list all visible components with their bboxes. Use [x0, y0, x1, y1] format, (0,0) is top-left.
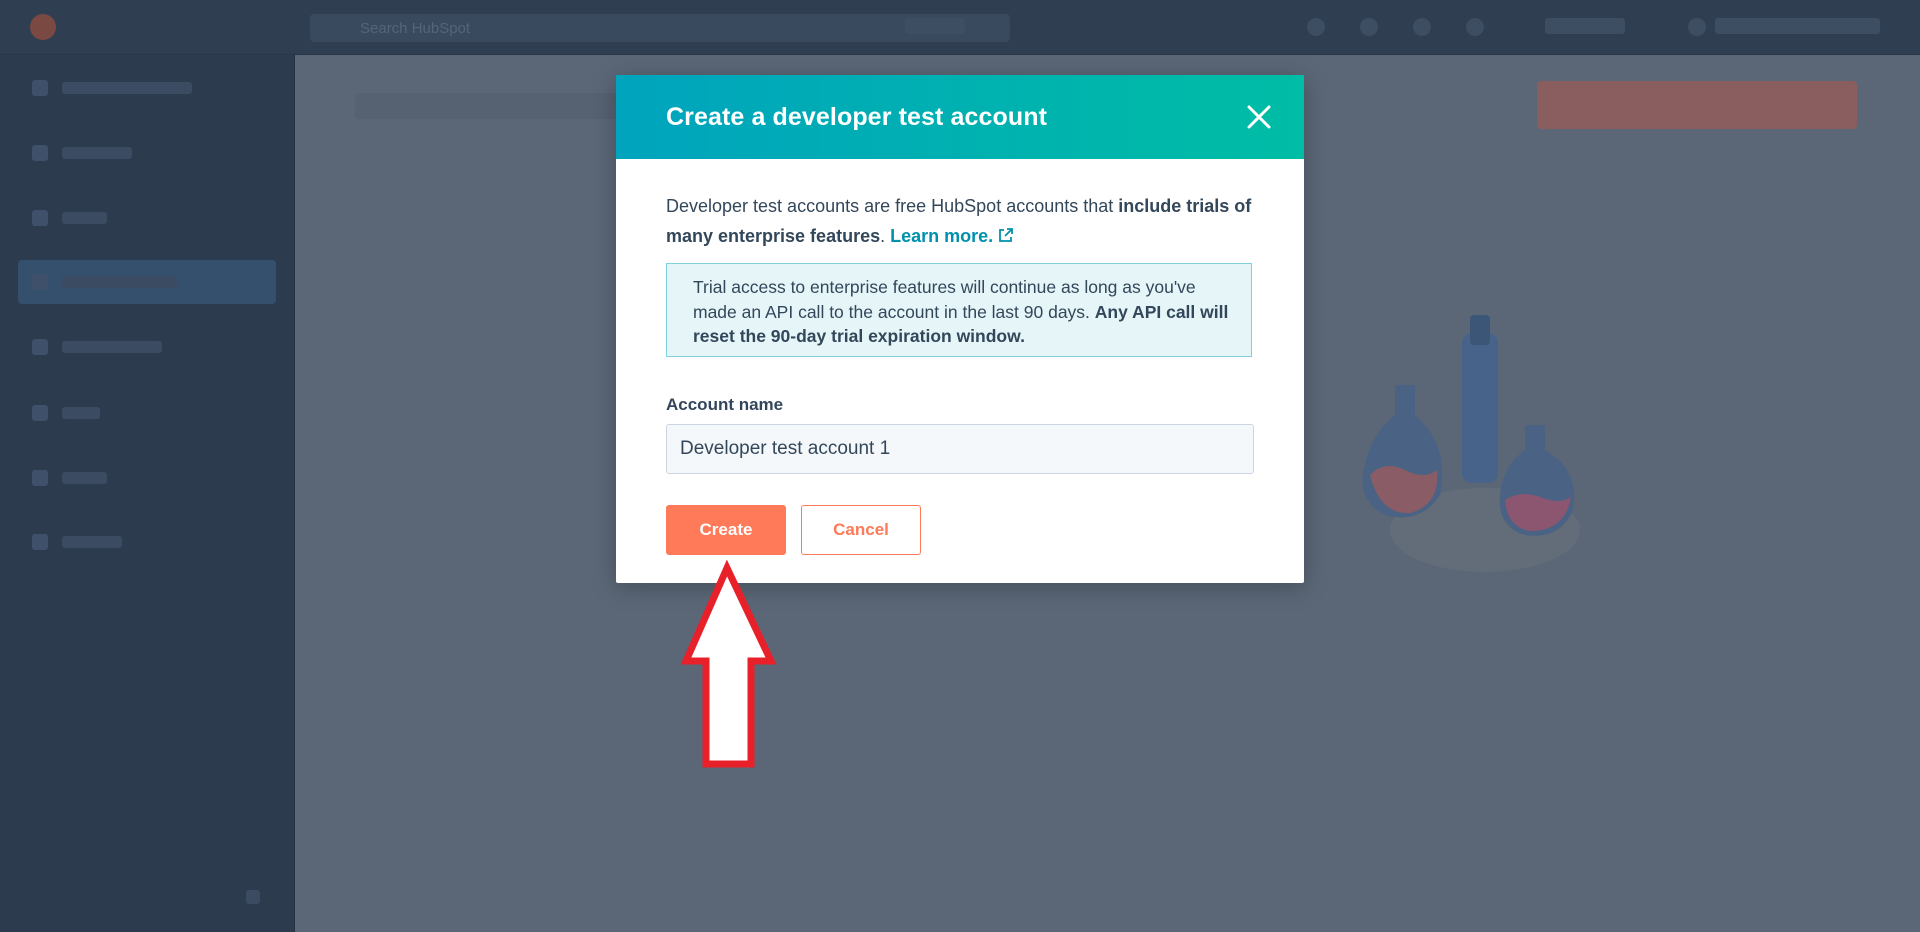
create-account-button-placeholder	[1537, 81, 1857, 129]
topbar-placeholder	[1545, 18, 1625, 34]
create-test-account-modal: Create a developer test account Develope…	[616, 75, 1304, 583]
sidebar-item	[18, 456, 276, 500]
cancel-button[interactable]: Cancel	[801, 505, 921, 555]
create-button[interactable]: Create	[666, 505, 786, 555]
nav-icon	[32, 470, 48, 486]
sidebar-item-active	[18, 260, 276, 304]
topbar-placeholder	[905, 18, 965, 34]
trial-info-alert: Trial access to enterprise features will…	[666, 263, 1252, 357]
intro-plain-text: Developer test accounts are free HubSpot…	[666, 196, 1119, 216]
external-link-icon[interactable]	[997, 223, 1014, 253]
nav-label-placeholder	[62, 212, 107, 224]
topbar-icon-placeholder	[1307, 18, 1325, 36]
modal-intro-text: Developer test accounts are free HubSpot…	[666, 191, 1266, 253]
nav-icon	[32, 339, 48, 355]
sidebar-item	[18, 66, 276, 110]
modal-title: Create a developer test account	[666, 103, 1048, 131]
sidebar-item	[18, 391, 276, 435]
close-icon[interactable]	[1246, 104, 1272, 130]
page-title-placeholder	[355, 93, 655, 119]
account-name-label: Account name	[666, 395, 784, 414]
account-avatar	[1688, 18, 1706, 36]
top-navigation-bar: Search HubSpot	[0, 0, 1920, 55]
topbar-icon-placeholder	[1413, 18, 1431, 36]
up-arrow-annotation	[680, 560, 777, 768]
sidebar-item	[18, 325, 276, 369]
nav-label-placeholder	[62, 82, 192, 94]
modal-header: Create a developer test account	[616, 75, 1304, 159]
hubspot-logo	[30, 14, 56, 40]
nav-icon	[32, 145, 48, 161]
nav-icon	[32, 274, 48, 290]
nav-icon	[32, 534, 48, 550]
learn-more-link[interactable]: Learn more.	[890, 226, 993, 246]
lab-flasks-illustration	[1362, 315, 1580, 572]
topbar-icon-placeholder	[1466, 18, 1484, 36]
account-menu-placeholder	[1715, 18, 1880, 34]
nav-icon	[32, 405, 48, 421]
nav-label-placeholder	[62, 147, 132, 159]
nav-icon	[32, 210, 48, 226]
nav-label-placeholder	[62, 407, 100, 419]
search-label: Search HubSpot	[360, 20, 471, 37]
sidebar-item	[18, 520, 276, 564]
collapse-sidebar-icon	[246, 890, 260, 904]
nav-label-placeholder	[62, 276, 177, 288]
topbar-icon-placeholder	[1360, 18, 1378, 36]
intro-separator: .	[880, 226, 891, 246]
nav-icon	[32, 80, 48, 96]
nav-label-placeholder	[62, 536, 122, 548]
sidebar-item	[18, 131, 276, 175]
left-sidebar	[0, 55, 295, 932]
sidebar-item	[18, 196, 276, 240]
alert-text: Trial access to enterprise features will…	[693, 275, 1238, 349]
nav-label-placeholder	[62, 472, 107, 484]
nav-label-placeholder	[62, 341, 162, 353]
close-icon[interactable]	[1246, 104, 1272, 130]
account-name-input[interactable]	[666, 424, 1254, 474]
